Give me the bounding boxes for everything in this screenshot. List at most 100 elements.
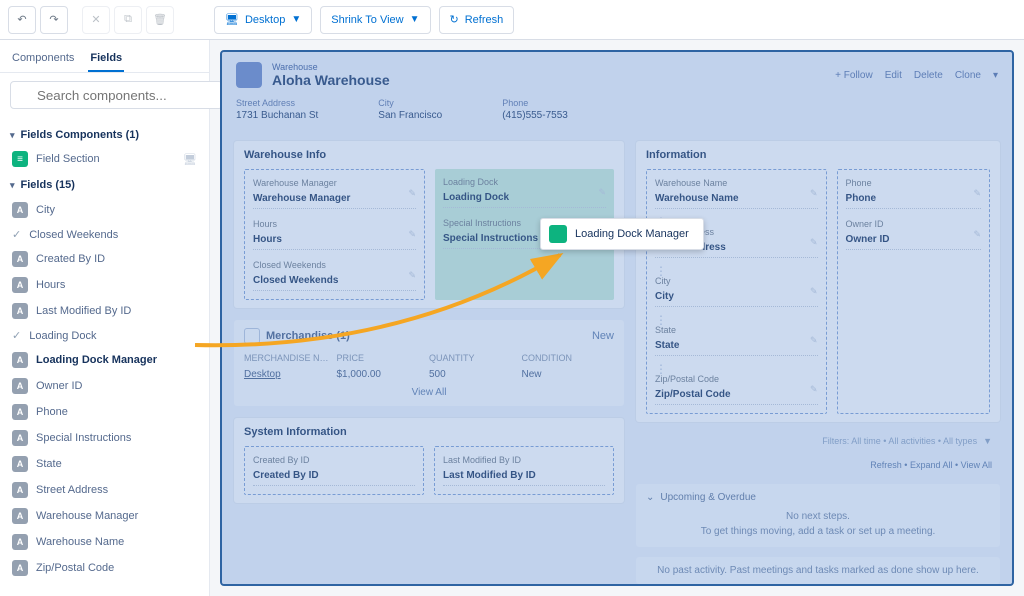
undo-button[interactable]: ↶ xyxy=(8,6,36,34)
card-information: Information Warehouse NameWarehouse Name… xyxy=(636,141,1000,422)
delete-record-button[interactable]: Delete xyxy=(914,70,943,81)
card-merchandise: Merchandise (1) New MERCHANDISE N… PRICE… xyxy=(234,320,624,406)
palette-label: State xyxy=(36,458,62,470)
section-icon: ≡ xyxy=(12,151,28,167)
palette-field[interactable]: AZip/Postal Code xyxy=(10,555,199,581)
drag-handle-icon[interactable]: ⋮ xyxy=(655,366,818,372)
palette-field[interactable]: ✓Loading Dock xyxy=(10,324,199,347)
cell: 500 xyxy=(429,369,522,380)
field-label: Phone xyxy=(846,178,981,188)
palette-field[interactable]: APhone xyxy=(10,399,199,425)
more-actions[interactable]: ▾ xyxy=(993,70,998,81)
palette-field[interactable]: A State xyxy=(10,451,199,477)
palette-field[interactable]: AWarehouse Manager xyxy=(10,503,199,529)
edit-icon[interactable]: ✎ xyxy=(408,229,416,240)
zoom-select-label: Shrink To View xyxy=(331,14,403,26)
palette-field[interactable]: A City xyxy=(10,197,199,223)
field-label: Owner ID xyxy=(846,219,981,229)
search-input[interactable] xyxy=(10,81,223,109)
palette-field[interactable]: ACreated By ID xyxy=(10,246,199,272)
card-title: Information xyxy=(646,149,990,161)
field-value: State xyxy=(655,338,818,356)
chevron-down-icon: ▼ xyxy=(410,14,420,25)
field-label: Created By ID xyxy=(253,455,415,465)
section-fields[interactable]: ▾ Fields (15) xyxy=(10,171,199,197)
zoom-select[interactable]: Shrink To View ▼ xyxy=(320,6,430,34)
card-system-info: System Information Created By IDCreated … xyxy=(234,418,624,503)
text-field-icon: A xyxy=(12,404,28,420)
field-value: Closed Weekends xyxy=(253,273,416,291)
palette-label: Loading Dock xyxy=(29,330,96,342)
field-value: Created By ID xyxy=(253,468,415,486)
copy-button[interactable]: ⧉ xyxy=(114,6,142,34)
filter-icon[interactable]: ▼ xyxy=(983,436,992,446)
field-label: State xyxy=(655,325,818,335)
view-all-link[interactable]: View All xyxy=(244,383,614,398)
drag-handle-icon[interactable]: ⋮ xyxy=(655,317,818,323)
palette-field[interactable]: A Warehouse Name xyxy=(10,529,199,555)
empty-text: No next steps. xyxy=(646,509,990,524)
col-header: PRICE xyxy=(337,353,430,363)
activity-past: No past activity. Past meetings and task… xyxy=(636,557,1000,584)
edit-icon[interactable]: ✎ xyxy=(598,187,606,198)
text-field-icon: A xyxy=(12,534,28,550)
edit-icon[interactable]: ✎ xyxy=(810,188,818,199)
palette-field-section[interactable]: ≡ Field Section 🖥 xyxy=(10,147,199,171)
edit-icon[interactable]: ✎ xyxy=(973,188,981,199)
palette-field[interactable]: ALast Modified By ID xyxy=(10,298,199,324)
edit-icon[interactable]: ✎ xyxy=(810,335,818,346)
drag-handle-icon[interactable]: ⋮ xyxy=(655,268,818,274)
palette-field[interactable]: AStreet Address xyxy=(10,477,199,503)
palette-field[interactable]: AOwner ID xyxy=(10,373,199,399)
edit-icon[interactable]: ✎ xyxy=(810,384,818,395)
section-fields-components[interactable]: ▾ Fields Components (1) xyxy=(10,121,199,147)
activity-links[interactable]: Refresh • Expand All • View All xyxy=(636,460,1000,474)
edit-button[interactable]: Edit xyxy=(885,70,902,81)
table-row[interactable]: Desktop $1,000.00 500 New xyxy=(244,366,614,383)
object-label: Warehouse xyxy=(272,62,390,72)
app-toolbar: ↶ ↷ ✕ ⧉ 🗑 🖥 Desktop ▼ Shrink To View ▼ ↻… xyxy=(0,0,1024,40)
tab-fields[interactable]: Fields xyxy=(88,46,124,72)
palette-label: Owner ID xyxy=(36,380,82,392)
palette-label: Special Instructions xyxy=(36,432,131,444)
col-header: MERCHANDISE N… xyxy=(244,353,337,363)
edit-icon[interactable]: ✎ xyxy=(408,188,416,199)
palette-label: City xyxy=(36,204,55,216)
col-header: CONDITION xyxy=(522,353,615,363)
refresh-button[interactable]: ↻ Refresh xyxy=(439,6,515,34)
edit-icon[interactable]: ✎ xyxy=(810,237,818,248)
palette-label: Loading Dock Manager xyxy=(36,354,157,366)
palette-field[interactable]: ALoading Dock Manager xyxy=(10,347,199,373)
checkbox-icon: ✓ xyxy=(12,228,21,241)
field-value: Owner ID xyxy=(846,232,981,250)
field-label: Hours xyxy=(253,219,416,229)
edit-icon[interactable]: ✎ xyxy=(973,229,981,240)
chevron-down-icon: ▼ xyxy=(291,14,301,25)
cut-button[interactable]: ✕ xyxy=(82,6,110,34)
cell[interactable]: Desktop xyxy=(244,369,337,380)
text-field-icon: A xyxy=(12,202,28,218)
redo-button[interactable]: ↷ xyxy=(40,6,68,34)
palette-field[interactable]: ✓Closed Weekends xyxy=(10,223,199,246)
palette-field[interactable]: AHours xyxy=(10,272,199,298)
record-name: Aloha Warehouse xyxy=(272,72,390,88)
field-value: Warehouse Name xyxy=(655,191,818,209)
palette-field[interactable]: ASpecial Instructions xyxy=(10,425,199,451)
section-title: Upcoming & Overdue xyxy=(660,492,756,503)
new-button[interactable]: New xyxy=(592,330,614,342)
header-field-label: Street Address xyxy=(236,98,318,108)
edit-icon[interactable]: ✎ xyxy=(810,286,818,297)
follow-button[interactable]: + Follow xyxy=(835,70,873,81)
clone-button[interactable]: Clone xyxy=(955,70,981,81)
tab-components[interactable]: Components xyxy=(10,46,76,72)
record-preview: Warehouse Aloha Warehouse + Follow Edit … xyxy=(220,50,1014,586)
device-select-label: Desktop xyxy=(245,14,285,26)
edit-icon[interactable]: ✎ xyxy=(408,270,416,281)
device-select[interactable]: 🖥 Desktop ▼ xyxy=(214,6,312,34)
refresh-icon: ↻ xyxy=(450,13,459,26)
text-field-icon: A xyxy=(12,456,28,472)
delete-button[interactable]: 🗑 xyxy=(146,6,174,34)
chevron-down-icon[interactable]: ⌄ xyxy=(646,492,654,503)
palette-label: Warehouse Name xyxy=(36,536,124,548)
cell: $1,000.00 xyxy=(337,369,430,380)
